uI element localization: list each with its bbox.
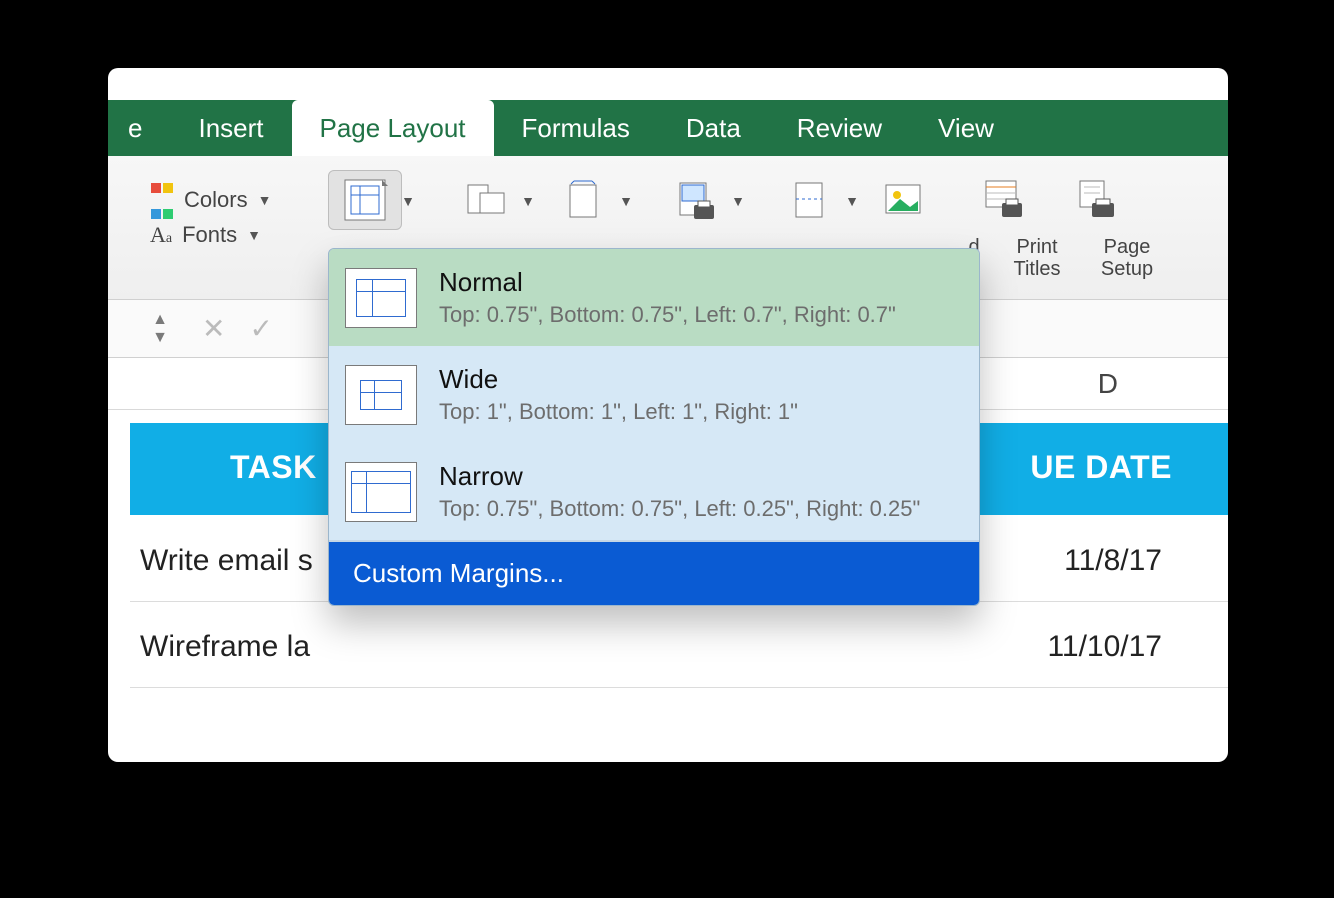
page-setup-icon: [1072, 177, 1118, 223]
size-button[interactable]: ▼: [546, 170, 620, 230]
picture-icon: [880, 177, 926, 223]
margins-icon: [342, 177, 388, 223]
chevron-down-icon: ▼: [401, 193, 415, 209]
option-sub: Top: 0.75", Bottom: 0.75", Left: 0.7", R…: [439, 302, 896, 328]
option-title: Normal: [439, 267, 896, 298]
margins-option-narrow[interactable]: Narrow Top: 0.75", Bottom: 0.75", Left: …: [329, 443, 979, 540]
print-titles-icon: [980, 177, 1026, 223]
column-letter-d[interactable]: D: [1098, 368, 1118, 400]
option-title: Narrow: [439, 461, 920, 492]
margins-wide-icon: [345, 365, 417, 425]
page-setup-button[interactable]: [1058, 170, 1132, 230]
tab-page-layout[interactable]: Page Layout: [292, 100, 494, 156]
background-button[interactable]: [866, 170, 940, 230]
header-task: TASK: [230, 449, 317, 486]
print-titles-label: Print Titles: [992, 236, 1082, 280]
cell-task[interactable]: Write email s: [140, 544, 313, 578]
chevron-down-icon: ▼: [619, 193, 633, 209]
margins-option-normal[interactable]: Normal Top: 0.75", Bottom: 0.75", Left: …: [329, 249, 979, 346]
print-area-icon: [672, 177, 718, 223]
colors-label: Colors: [184, 187, 248, 213]
page-setup-label: Page Setup: [1082, 236, 1172, 280]
option-sub: Top: 0.75", Bottom: 0.75", Left: 0.25", …: [439, 496, 920, 522]
cancel-entry-icon[interactable]: ✕: [202, 312, 225, 345]
header-due-date: UE DATE: [1030, 449, 1172, 486]
tab-data[interactable]: Data: [658, 100, 769, 156]
margins-dropdown: Normal Top: 0.75", Bottom: 0.75", Left: …: [328, 248, 980, 606]
print-area-button[interactable]: ▼: [658, 170, 732, 230]
table-row[interactable]: Wireframe la 11/10/17: [130, 606, 1228, 688]
margins-narrow-icon: [345, 462, 417, 522]
option-sub: Top: 1", Bottom: 1", Left: 1", Right: 1": [439, 399, 798, 425]
chevron-down-icon: ▼: [845, 193, 859, 209]
chevron-down-icon: ▼: [247, 227, 261, 243]
chevron-down-icon: ▼: [731, 193, 745, 209]
print-titles-button[interactable]: [966, 170, 1040, 230]
colors-icon: [150, 174, 174, 226]
cell-task[interactable]: Wireframe la: [140, 630, 310, 664]
chevron-down-icon: ▼: [521, 193, 535, 209]
margins-button[interactable]: ▼: [328, 170, 402, 230]
tab-review[interactable]: Review: [769, 100, 910, 156]
margins-normal-icon: [345, 268, 417, 328]
theme-fonts-button[interactable]: Aa Fonts ▼: [150, 222, 261, 248]
orientation-button[interactable]: ▼: [448, 170, 522, 230]
theme-colors-button[interactable]: Colors ▼: [150, 174, 271, 226]
option-title: Wide: [439, 364, 798, 395]
cell-due[interactable]: 11/10/17: [1047, 630, 1162, 664]
breaks-button[interactable]: ▼: [772, 170, 846, 230]
fonts-icon: Aa: [150, 222, 172, 248]
fonts-label: Fonts: [182, 222, 237, 248]
tab-insert[interactable]: Insert: [170, 100, 291, 156]
tab-fragment[interactable]: e: [108, 100, 170, 156]
margins-option-custom[interactable]: Custom Margins...: [329, 542, 979, 605]
tab-formulas[interactable]: Formulas: [494, 100, 658, 156]
cell-due[interactable]: 11/8/17: [1064, 544, 1162, 578]
app-window: e Insert Page Layout Formulas Data Revie…: [108, 68, 1228, 762]
margins-option-wide[interactable]: Wide Top: 1", Bottom: 1", Left: 1", Righ…: [329, 346, 979, 443]
size-icon: [560, 177, 606, 223]
chevron-down-icon: ▼: [258, 192, 272, 208]
confirm-entry-icon[interactable]: ✓: [249, 312, 272, 345]
ribbon-tabs: e Insert Page Layout Formulas Data Revie…: [108, 100, 1228, 156]
row-stepper[interactable]: ▲▼: [138, 311, 182, 347]
tab-view[interactable]: View: [910, 100, 1022, 156]
orientation-icon: [462, 177, 508, 223]
breaks-icon: [786, 177, 832, 223]
